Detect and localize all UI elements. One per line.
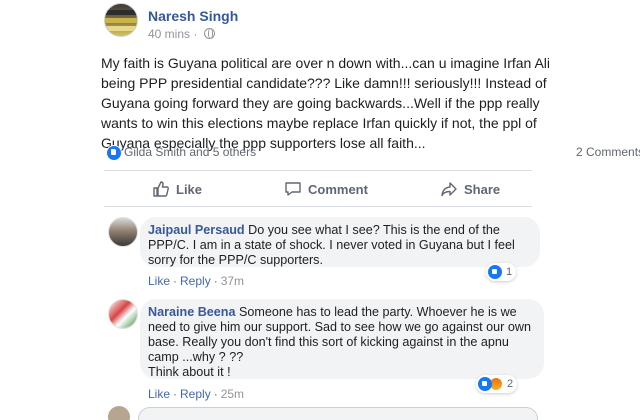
reaction-count: 1 <box>506 266 513 278</box>
comment-text-line: Someone has to lead the party. Whoever h… <box>239 305 517 319</box>
commenter-avatar[interactable] <box>108 299 138 329</box>
comment-text-line: Do you see what I see? This is the end o… <box>248 223 500 237</box>
comment-button-label: Comment <box>308 181 368 197</box>
reply-input[interactable] <box>138 407 538 420</box>
divider <box>104 206 532 207</box>
comment-item: Jaipaul Persaud Do you see what I see? T… <box>104 217 544 291</box>
like-reaction-icon <box>106 145 122 161</box>
comment-reply-link[interactable]: Reply <box>180 387 211 401</box>
comment-reactions[interactable]: 1 <box>486 263 517 281</box>
post-text-line: wants to win this elections maybe replac… <box>101 115 537 131</box>
comment-text-line: need to give him our support. Sad to see… <box>148 320 531 334</box>
comment-text-line: camp ...why ? ?? <box>148 350 244 364</box>
reactors-link[interactable]: Gilda Smith and 5 others <box>124 145 256 159</box>
thumbs-up-icon <box>153 181 169 197</box>
commenter-name[interactable]: Jaipaul Persaud <box>148 223 245 237</box>
post-time[interactable]: 40 mins <box>148 27 190 41</box>
like-reaction-icon <box>488 265 502 279</box>
comment-bubble: Jaipaul Persaud Do you see what I see? T… <box>140 217 540 267</box>
comment-reactions[interactable]: 2 <box>476 375 518 393</box>
comment-item: Naraine Beena Someone has to lead the pa… <box>104 299 544 403</box>
like-reaction-icon <box>478 377 492 391</box>
like-button[interactable]: Like <box>152 172 202 206</box>
reactions-summary: Gilda Smith and 5 others 2 Comments <box>106 144 640 162</box>
post-header: Naresh Singh 40 mins · <box>104 3 544 43</box>
post-text: My faith is Guyana political are over n … <box>101 53 635 153</box>
post-meta: 40 mins · <box>148 27 215 41</box>
comment-actions: Like · Reply · 25m <box>148 387 245 401</box>
speech-bubble-icon <box>285 182 301 196</box>
post-text-line: My faith is Guyana political are over n … <box>101 55 550 71</box>
commenter-name[interactable]: Naraine Beena <box>148 305 236 319</box>
post-action-bar: Like Comment Share <box>104 172 532 206</box>
comment-text-line: sorry for the PPP/C supporters. <box>148 253 323 267</box>
comment-button[interactable]: Comment <box>284 172 368 206</box>
post-text-line: being PPP presidential candidate??? Like… <box>101 75 547 91</box>
globe-icon <box>203 28 215 39</box>
comment-actions: Like · Reply · 37m <box>148 274 245 288</box>
comment-text-line: Think about it ! <box>148 365 231 379</box>
commenter-avatar[interactable] <box>108 217 138 247</box>
share-arrow-icon <box>441 182 457 197</box>
comment-like-link[interactable]: Like <box>148 274 170 288</box>
comment-time[interactable]: 25m <box>221 387 244 401</box>
current-user-avatar <box>108 406 130 420</box>
comment-text-line: PPP/C. I am in a state of shock. I never… <box>148 238 515 252</box>
comment-time[interactable]: 37m <box>221 274 244 288</box>
author-avatar[interactable] <box>104 3 138 37</box>
divider <box>104 170 532 171</box>
like-button-label: Like <box>176 181 203 197</box>
share-button[interactable]: Share <box>440 172 500 206</box>
comment-bubble: Naraine Beena Someone has to lead the pa… <box>140 299 544 379</box>
reaction-count: 2 <box>507 378 514 390</box>
share-button-label: Share <box>464 181 501 197</box>
comment-like-link[interactable]: Like <box>148 387 170 401</box>
comments-count-link[interactable]: 2 Comments <box>576 145 640 159</box>
comment-text-line: base. Really you don't find this sort of… <box>148 335 509 349</box>
post-text-line: Guyana going forward they are going back… <box>101 95 540 111</box>
comment-reply-link[interactable]: Reply <box>180 274 211 288</box>
facebook-post-frame: Naresh Singh 40 mins · My faith is Guyan… <box>0 0 640 420</box>
author-name[interactable]: Naresh Singh <box>148 8 238 24</box>
